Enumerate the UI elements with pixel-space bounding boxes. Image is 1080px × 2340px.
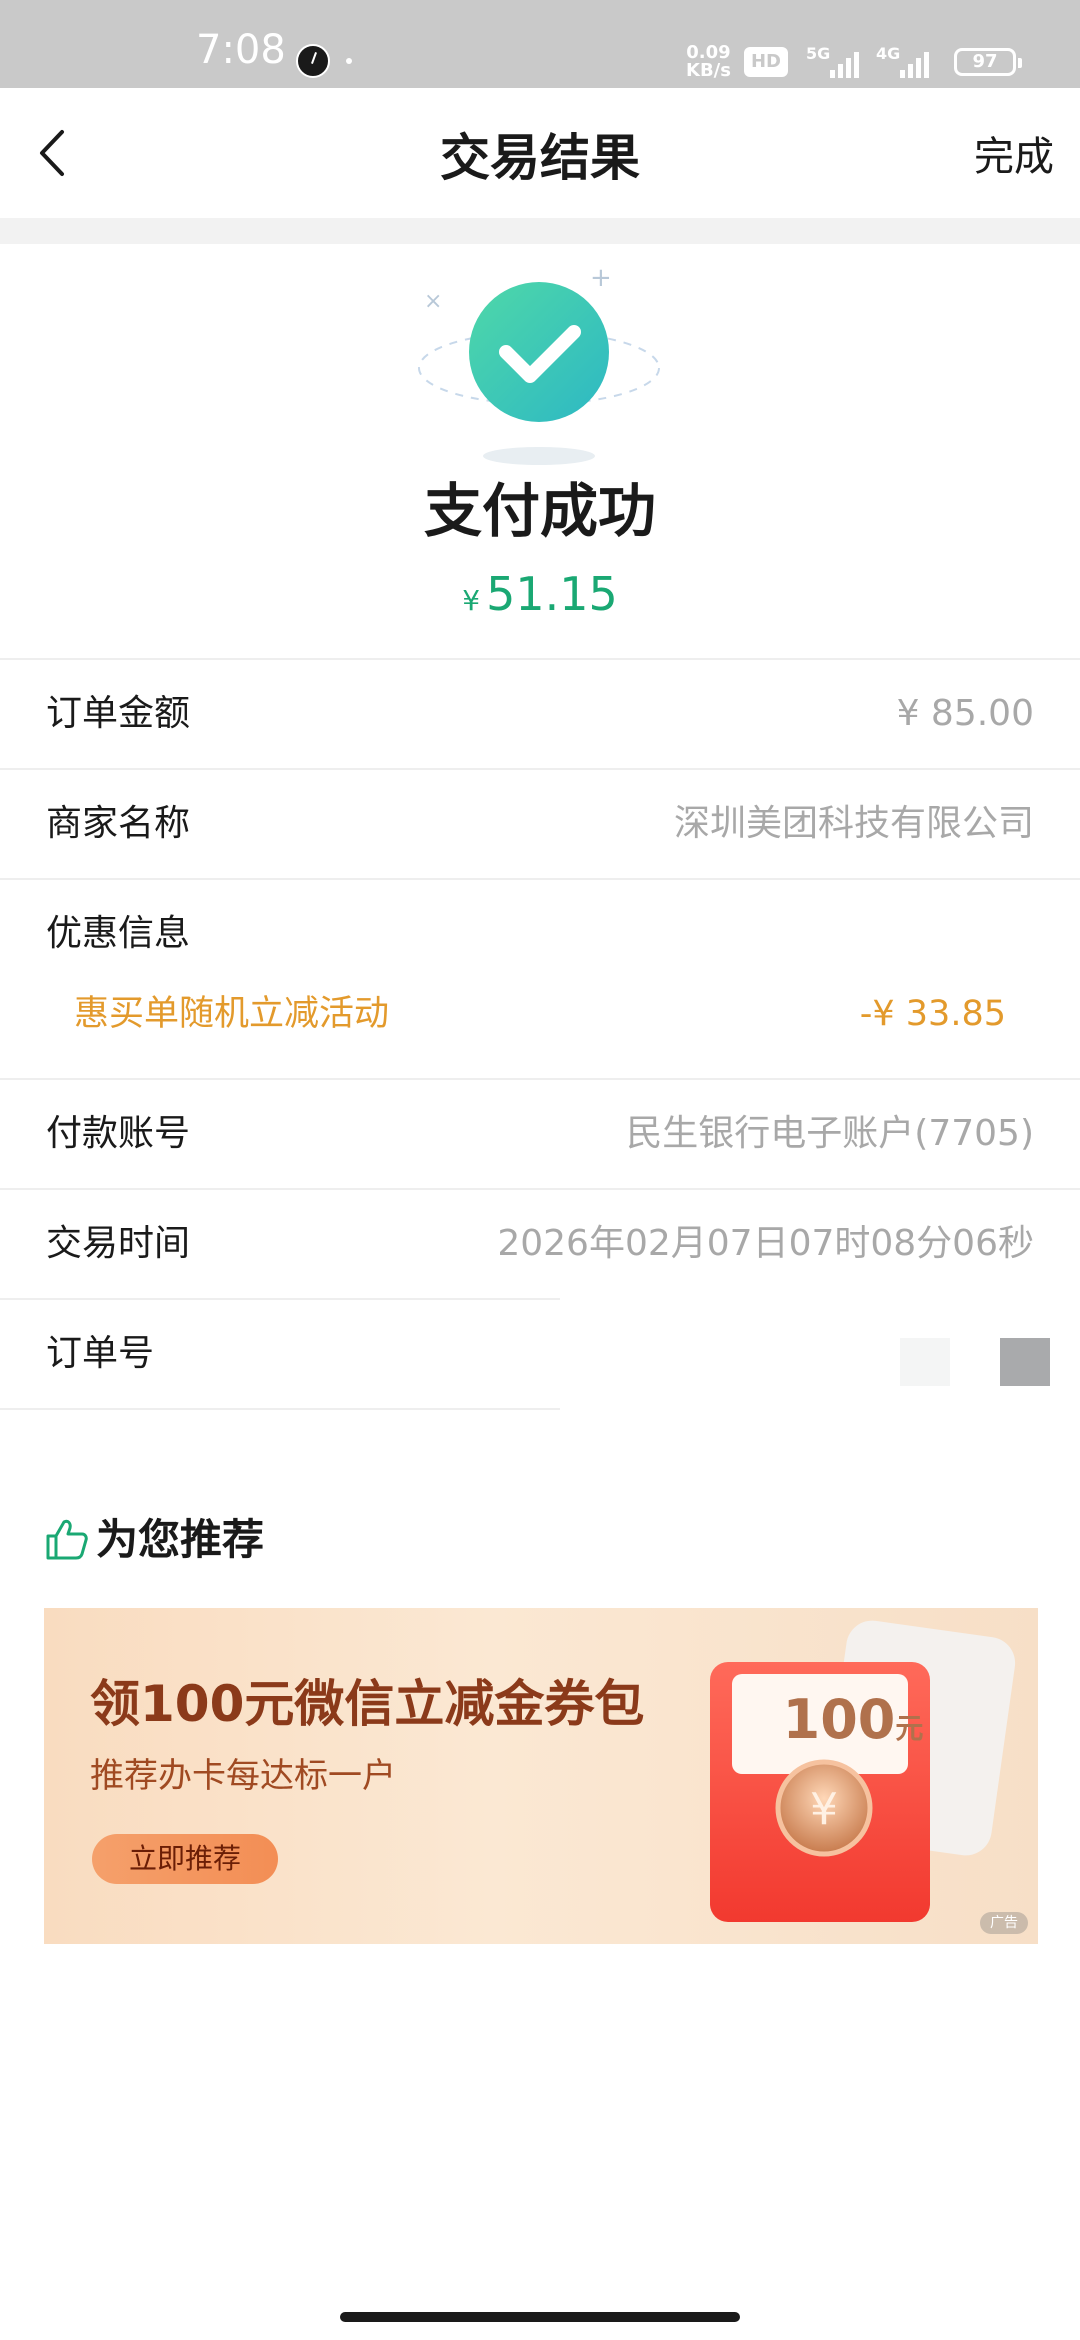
nav-bar: 交易结果 完成 bbox=[0, 88, 1080, 218]
battery-icon: 97 bbox=[954, 48, 1022, 76]
yuan-coin-icon: ¥ bbox=[810, 1784, 838, 1835]
order-amount-value: ¥ 85.00 bbox=[896, 693, 1034, 734]
coupon-amount: 100元 bbox=[782, 1688, 924, 1751]
divider bbox=[0, 1408, 560, 1410]
success-check-icon: × + bbox=[418, 263, 660, 465]
svg-text:+: + bbox=[590, 263, 612, 293]
account-value: 民生银行电子账户(7705) bbox=[626, 1113, 1034, 1154]
account-row: 付款账号 民生银行电子账户(7705) bbox=[0, 1080, 1080, 1188]
network-speed: 0.09 KB/s bbox=[686, 42, 731, 81]
done-button[interactable]: 完成 bbox=[974, 132, 1054, 182]
status-time: 7:08 bbox=[196, 27, 286, 73]
recommend-title: 为您推荐 bbox=[96, 1515, 265, 1564]
notification-dot bbox=[346, 58, 352, 64]
red-envelope-illustration: ¥ 100元 bbox=[684, 1618, 1024, 1938]
clock-app-icon bbox=[296, 44, 330, 78]
network-type-1: 5G bbox=[806, 44, 831, 63]
merchant-value: 深圳美团科技有限公司 bbox=[673, 803, 1034, 844]
order-amount-row: 订单金额 ¥ 85.00 bbox=[0, 660, 1080, 768]
paid-amount: ¥51.15 bbox=[0, 564, 1080, 635]
merchant-row: 商家名称 深圳美团科技有限公司 bbox=[0, 770, 1080, 878]
discount-name: 惠买单随机立减活动 bbox=[74, 994, 390, 1034]
signal-bars-2-icon bbox=[900, 48, 929, 78]
banner-subtitle: 推荐办卡每达标一户 bbox=[90, 1756, 396, 1796]
thumbs-up-icon bbox=[46, 1519, 88, 1560]
discount-value: -¥ 33.85 bbox=[859, 994, 1006, 1034]
svg-text:×: × bbox=[424, 289, 442, 314]
merchant-label: 商家名称 bbox=[46, 803, 191, 844]
payment-status: 支付成功 bbox=[423, 477, 656, 545]
time-row: 交易时间 2026年02月07日07时08分06秒 bbox=[0, 1190, 1080, 1298]
order-amount-label: 订单金额 bbox=[46, 693, 191, 734]
currency-symbol: ¥ bbox=[462, 584, 481, 617]
redaction-block bbox=[900, 1338, 950, 1386]
redaction-block bbox=[1000, 1338, 1050, 1386]
section-gap bbox=[0, 218, 1080, 244]
order-number-row: 订单号 bbox=[0, 1300, 1080, 1408]
payment-result: × + 支付成功 ¥51.15 bbox=[0, 244, 1080, 658]
status-bar: 7:08 0.09 KB/s HD 5G 4G 97 bbox=[0, 0, 1080, 88]
red-envelope-icon: ¥ bbox=[710, 1620, 1016, 1922]
redaction-fade bbox=[560, 1268, 1080, 1298]
order-number-label: 订单号 bbox=[46, 1333, 155, 1374]
hd-voice-icon: HD bbox=[744, 47, 788, 77]
time-label: 交易时间 bbox=[46, 1223, 191, 1264]
home-indicator[interactable] bbox=[340, 2312, 740, 2322]
page-title: 交易结果 bbox=[440, 129, 640, 187]
signal-bars-1-icon bbox=[830, 48, 859, 78]
promo-banner[interactable]: 领100元微信立减金券包 推荐办卡每达标一户 立即推荐 ¥ 100元 广告 bbox=[44, 1608, 1038, 1944]
ad-tag: 广告 bbox=[980, 1912, 1028, 1934]
discount-row: 优惠信息 惠买单随机立减活动 -¥ 33.85 bbox=[0, 880, 1080, 1078]
banner-title: 领100元微信立减金券包 bbox=[90, 1675, 645, 1733]
paid-amount-value: 51.15 bbox=[486, 567, 618, 621]
account-label: 付款账号 bbox=[46, 1113, 191, 1154]
time-value: 2026年02月07日07时08分06秒 bbox=[497, 1223, 1034, 1264]
discount-label: 优惠信息 bbox=[46, 913, 191, 954]
recommend-now-button[interactable]: 立即推荐 bbox=[92, 1834, 278, 1884]
network-type-2: 4G bbox=[876, 44, 901, 63]
